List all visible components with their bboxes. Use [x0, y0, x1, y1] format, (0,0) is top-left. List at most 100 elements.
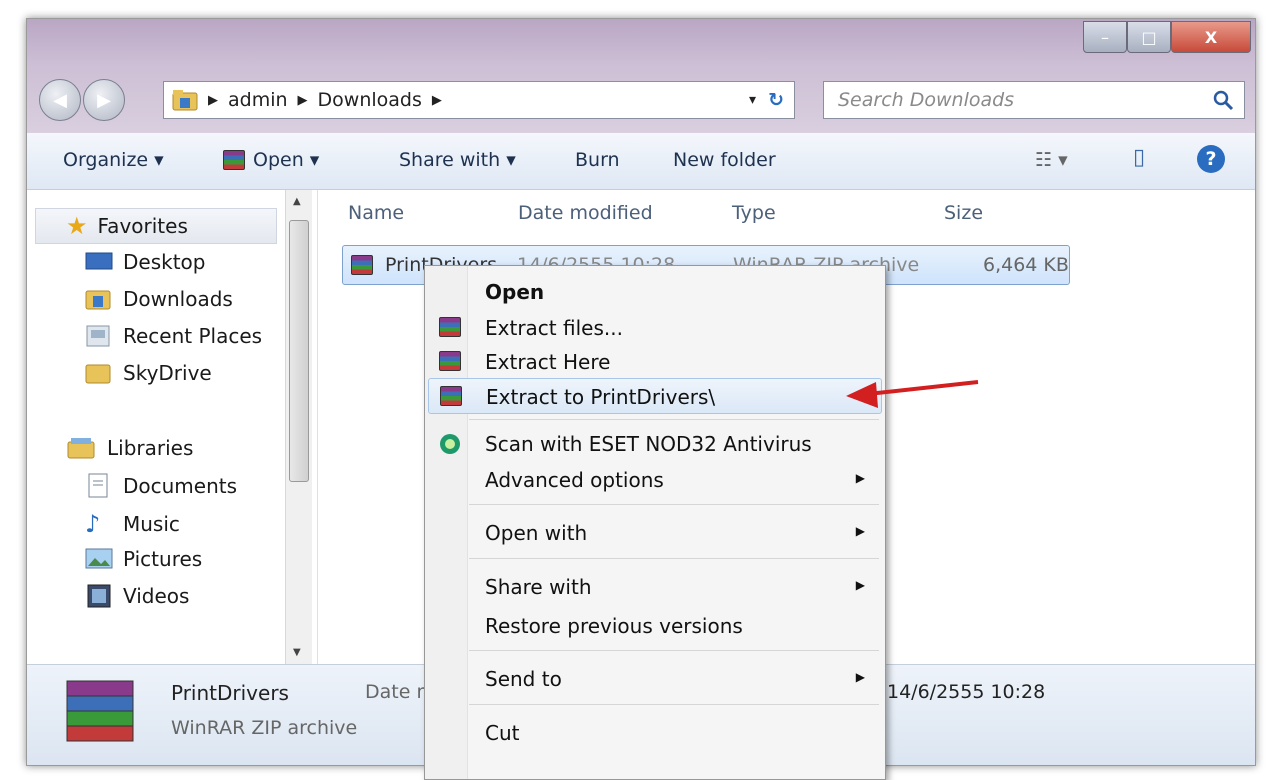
menu-label: Advanced options: [485, 468, 664, 492]
help-icon[interactable]: ?: [1197, 145, 1225, 173]
menu-item-scan-eset[interactable]: Scan with ESET NOD32 Antivirus: [425, 426, 885, 460]
menu-item-restore-previous-versions[interactable]: Restore previous versions: [425, 608, 885, 642]
winrar-archive-icon: [351, 255, 373, 275]
skydrive-folder-icon: [85, 364, 111, 384]
nav-label: SkyDrive: [123, 361, 212, 385]
maximize-button[interactable]: □: [1127, 21, 1171, 53]
menu-item-send-to[interactable]: Send to ▶: [425, 661, 885, 695]
nav-favorites[interactable]: ★ Favorites: [35, 208, 277, 244]
scroll-up-icon[interactable]: ▲: [293, 196, 301, 207]
minimize-button[interactable]: –: [1083, 21, 1127, 53]
winrar-large-icon: [66, 680, 134, 742]
sidebar-scrollbar[interactable]: ▲ ▼: [285, 190, 312, 664]
scrollbar-thumb[interactable]: [289, 220, 309, 482]
desktop-icon: [85, 252, 113, 270]
window-controls: – □ X: [1083, 21, 1251, 53]
nav-music[interactable]: ♪ Music: [85, 510, 180, 538]
winrar-icon: [440, 386, 462, 406]
organize-button[interactable]: Organize ▾: [63, 149, 164, 171]
menu-label: Open with: [485, 521, 588, 545]
search-box[interactable]: Search Downloads: [823, 81, 1245, 119]
open-button[interactable]: Open ▾: [223, 149, 319, 171]
menu-separator: [469, 650, 879, 651]
navigation-pane: ★ Favorites Desktop Downloads Recent Pla…: [27, 190, 317, 664]
nav-skydrive[interactable]: SkyDrive: [85, 361, 212, 385]
refresh-icon[interactable]: ↻: [768, 89, 784, 111]
folder-icon: [172, 90, 198, 111]
menu-item-advanced-options[interactable]: Advanced options ▶: [425, 462, 885, 496]
breadcrumb-admin[interactable]: admin: [228, 89, 288, 111]
nav-desktop[interactable]: Desktop: [85, 250, 205, 274]
breadcrumb-separator-icon: ▶: [208, 92, 218, 108]
nav-downloads[interactable]: Downloads: [85, 287, 233, 311]
close-button[interactable]: X: [1171, 21, 1251, 53]
menu-item-extract-files[interactable]: Extract files...: [425, 310, 885, 344]
breadcrumb-separator-icon: ▶: [431, 92, 442, 108]
search-icon[interactable]: [1212, 89, 1234, 111]
views-button[interactable]: ☷ ▾: [1035, 149, 1068, 171]
nav-label: Libraries: [107, 436, 194, 460]
nav-label: Pictures: [123, 547, 203, 571]
search-input[interactable]: Search Downloads: [838, 89, 1212, 111]
back-arrow-icon: ◀: [53, 89, 67, 111]
menu-label: Cut: [485, 721, 520, 745]
title-bar: – □ X ◀ ▶ ▶ admin ▶ Downloads ▶ ▾ ↻ Sear…: [27, 19, 1255, 133]
menu-separator: [469, 704, 879, 705]
menu-label: Send to: [485, 667, 562, 691]
address-dropdown-icon[interactable]: ▾: [749, 92, 756, 108]
column-header-type[interactable]: Type: [732, 202, 776, 224]
breadcrumb-separator-icon: ▶: [297, 92, 308, 108]
column-header-date[interactable]: Date modified: [518, 202, 653, 224]
menu-item-share-with[interactable]: Share with ▶: [425, 569, 885, 603]
nav-libraries[interactable]: Libraries: [67, 436, 193, 460]
details-date-value: 14/6/2555 10:28: [887, 681, 1046, 703]
menu-separator: [469, 419, 879, 420]
nav-label: Desktop: [123, 250, 206, 274]
forward-button[interactable]: ▶: [83, 79, 125, 121]
menu-item-open[interactable]: Open: [425, 274, 885, 308]
menu-item-extract-here[interactable]: Extract Here: [425, 344, 885, 378]
breadcrumb-downloads[interactable]: Downloads: [318, 89, 422, 111]
address-bar[interactable]: ▶ admin ▶ Downloads ▶ ▾ ↻: [163, 81, 795, 119]
back-button[interactable]: ◀: [39, 79, 81, 121]
libraries-icon: [67, 438, 95, 459]
nav-label: Downloads: [123, 287, 233, 311]
nav-label: Music: [123, 512, 180, 536]
submenu-arrow-icon: ▶: [855, 471, 865, 485]
nav-recent-places[interactable]: Recent Places: [85, 324, 262, 348]
menu-label: Extract Here: [485, 350, 611, 374]
recent-places-icon: [86, 325, 110, 347]
menu-label: Restore previous versions: [485, 614, 743, 638]
menu-item-open-with[interactable]: Open with ▶: [425, 515, 885, 549]
winrar-icon: [223, 150, 245, 170]
winrar-icon: [439, 317, 461, 337]
details-file-type: WinRAR ZIP archive: [171, 717, 358, 739]
nav-videos[interactable]: Videos: [85, 584, 189, 608]
menu-label: Scan with ESET NOD32 Antivirus: [485, 432, 812, 456]
burn-button[interactable]: Burn: [575, 149, 620, 171]
favorites-label: Favorites: [97, 214, 188, 238]
nav-label: Documents: [123, 474, 238, 498]
share-with-button[interactable]: Share with ▾: [399, 149, 516, 171]
star-icon: ★: [66, 212, 88, 240]
column-header-name[interactable]: Name: [348, 202, 404, 224]
details-file-name: PrintDrivers: [171, 681, 289, 705]
nav-label: Videos: [123, 584, 190, 608]
preview-pane-button[interactable]: ▯: [1133, 145, 1145, 170]
downloads-folder-icon: [85, 290, 111, 310]
scroll-down-icon[interactable]: ▼: [293, 647, 301, 658]
music-note-icon: ♪: [85, 510, 101, 538]
menu-item-cut[interactable]: Cut: [425, 715, 885, 749]
nav-documents[interactable]: Documents: [85, 473, 237, 499]
pictures-icon: [85, 548, 113, 569]
column-header-size[interactable]: Size: [944, 202, 983, 224]
new-folder-button[interactable]: New folder: [673, 149, 776, 171]
menu-separator: [469, 504, 879, 505]
menu-label: Extract files...: [485, 316, 623, 340]
submenu-arrow-icon: ▶: [855, 524, 865, 538]
submenu-arrow-icon: ▶: [855, 578, 865, 592]
nav-pictures[interactable]: Pictures: [85, 547, 202, 571]
menu-label: Extract to PrintDrivers\: [486, 385, 716, 409]
menu-label: Open: [485, 280, 545, 304]
menu-item-extract-to[interactable]: Extract to PrintDrivers\: [428, 378, 882, 414]
